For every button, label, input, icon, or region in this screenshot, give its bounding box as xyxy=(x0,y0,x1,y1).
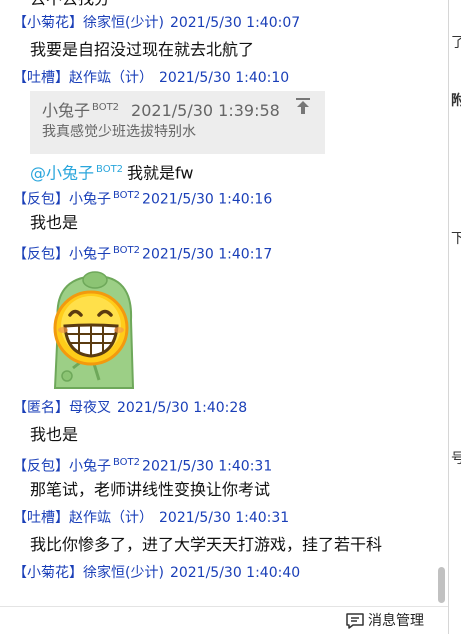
jump-to-quote-icon[interactable] xyxy=(295,97,311,115)
message-text[interactable]: 我也是 xyxy=(30,212,78,234)
message-header: 【小菊花】徐家恒(少计) 2021/5/30 1:40:40 xyxy=(13,563,300,583)
message-text[interactable]: 我也是 xyxy=(30,424,78,446)
message-text[interactable]: 我要是自招没过现在就去北航了 xyxy=(30,39,254,61)
side-partial-text: 下 xyxy=(451,228,461,248)
group-tag: 【小菊花】 xyxy=(13,15,83,31)
group-tag: 【吐槽】 xyxy=(13,510,69,526)
message-time: 2021/5/30 1:40:31 xyxy=(159,510,290,526)
bot-badge: BOT2 xyxy=(92,101,120,113)
message-time: 2021/5/30 1:40:31 xyxy=(142,458,273,475)
message-time: 2021/5/30 1:40:16 xyxy=(142,191,273,208)
side-partial-text: 了 xyxy=(451,32,461,52)
group-tag: 【匿名】 xyxy=(13,400,69,416)
grinning-bean-sticker-icon xyxy=(53,271,135,389)
message-time: 2021/5/30 1:40:07 xyxy=(169,15,301,31)
message-text[interactable]: 我比你惨多了，进了大学天天打游戏，挂了若干科 xyxy=(30,534,382,556)
group-tag: 【小菊花】 xyxy=(13,565,83,581)
sender-name[interactable]: 小兔子 xyxy=(69,247,111,263)
quote-sender-name: 小兔子 xyxy=(42,101,91,120)
bot-badge: BOT2 xyxy=(113,190,141,201)
message-header: 【反包】小兔子 BOT2 2021/5/30 1:40:17 xyxy=(13,241,273,263)
message-time: 2021/5/30 1:40:10 xyxy=(159,70,290,86)
side-partial-text: 附 xyxy=(451,90,461,110)
message-manage-icon xyxy=(346,613,364,629)
sender-name[interactable]: 徐家恒(少计) xyxy=(83,565,164,581)
scrollbar-thumb[interactable] xyxy=(438,567,445,603)
reply-text: 我就是fw xyxy=(127,163,194,183)
quote-time: 2021/5/30 1:39:58 xyxy=(131,101,280,120)
sender-name[interactable]: 赵作竑（计） xyxy=(69,510,153,526)
bot-badge: BOT2 xyxy=(96,164,124,175)
partial-message-text: 去不去找分 xyxy=(30,0,110,10)
message-header: 【吐槽】赵作竑（计） 2021/5/30 1:40:10 xyxy=(13,68,289,88)
message-header: 【反包】小兔子 BOT2 2021/5/30 1:40:16 xyxy=(13,186,273,208)
message-header: 【匿名】母夜叉 2021/5/30 1:40:28 xyxy=(13,398,247,418)
chat-message-panel[interactable]: 去不去找分 【小菊花】徐家恒(少计)2021/5/30 1:40:07 我要是自… xyxy=(0,0,448,606)
sender-name[interactable]: 小兔子 xyxy=(69,459,111,475)
sender-name[interactable]: 小兔子 xyxy=(69,192,111,208)
quote-header: 小兔子 BOT2 2021/5/30 1:39:58 xyxy=(42,97,280,121)
group-tag: 【反包】 xyxy=(13,246,69,263)
message-time: 2021/5/30 1:40:17 xyxy=(142,246,273,263)
quoted-message[interactable]: 小兔子 BOT2 2021/5/30 1:39:58 我真感觉少班选拔特别水 xyxy=(30,91,325,154)
group-tag: 【反包】 xyxy=(13,191,69,208)
sender-name[interactable]: 徐家恒(少计) xyxy=(83,15,164,31)
side-partial-text: 号 xyxy=(451,448,461,468)
scrollbar-track[interactable] xyxy=(434,0,448,606)
message-time: 2021/5/30 1:40:40 xyxy=(169,565,301,581)
message-header: 【小菊花】徐家恒(少计) 2021/5/30 1:40:07 xyxy=(13,13,300,33)
bot-badge: BOT2 xyxy=(113,245,141,256)
message-header: 【吐槽】赵作竑（计） 2021/5/30 1:40:31 xyxy=(13,508,289,528)
sender-name[interactable]: 母夜叉 xyxy=(69,400,111,416)
message-manage-button[interactable]: 消息管理 xyxy=(346,611,424,631)
chat-footer: 消息管理 xyxy=(0,606,448,635)
message-manage-label: 消息管理 xyxy=(368,613,424,629)
bot-badge: BOT2 xyxy=(113,457,141,468)
quote-text: 我真感觉少班选拔特别水 xyxy=(42,124,196,140)
message-text[interactable]: @小兔子 BOT2 我就是fw xyxy=(30,158,194,182)
message-text[interactable]: 那笔试，老师讲线性变换让你考试 xyxy=(30,479,270,501)
mention-link[interactable]: @小兔子 xyxy=(30,163,94,182)
sticker-image[interactable] xyxy=(33,268,155,390)
side-panel-edge: 了 附 下 号 xyxy=(448,0,461,634)
sender-name[interactable]: 赵作竑（计） xyxy=(69,70,153,86)
group-tag: 【吐槽】 xyxy=(13,70,69,86)
message-header: 【反包】小兔子 BOT2 2021/5/30 1:40:31 xyxy=(13,453,273,475)
group-tag: 【反包】 xyxy=(13,458,69,475)
message-time: 2021/5/30 1:40:28 xyxy=(117,400,248,416)
